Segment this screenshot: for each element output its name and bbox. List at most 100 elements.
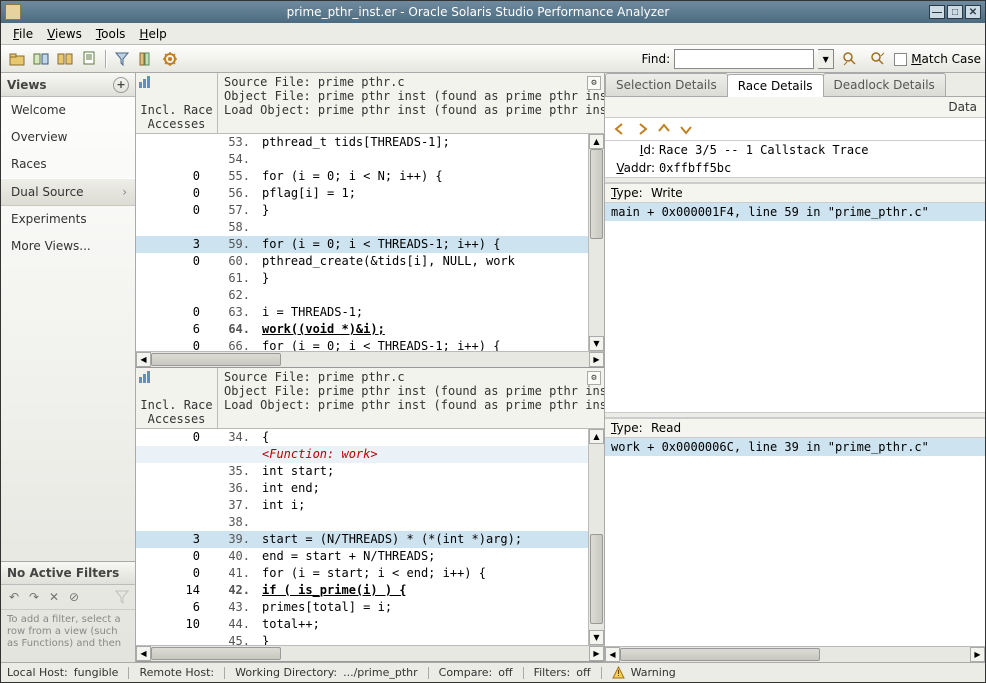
find-dropdown[interactable]: ▼: [818, 49, 834, 69]
source-line[interactable]: 36. int end;: [136, 480, 588, 497]
filter-remove-icon[interactable]: ✕: [45, 588, 63, 606]
sidebar-item-experiments[interactable]: Experiments: [1, 206, 135, 233]
match-case-checkbox[interactable]: [894, 53, 907, 66]
source-line[interactable]: 643. primes[total] = i;: [136, 599, 588, 616]
source-line[interactable]: 54.: [136, 151, 588, 168]
source-code: work((void *)&i);: [256, 321, 588, 338]
open-experiment-icon[interactable]: [6, 48, 28, 70]
up-race-icon[interactable]: [655, 121, 673, 137]
filter-redo-icon[interactable]: ↷: [25, 588, 43, 606]
column-header-accesses[interactable]: Incl. Race Accesses: [136, 368, 218, 428]
source-line[interactable]: 066. for (i = 0; i < THREADS-1; i++) {: [136, 338, 588, 351]
sidebar-item-label: More Views...: [11, 239, 91, 253]
warning-label[interactable]: Warning: [631, 666, 676, 679]
read-trace-row[interactable]: work + 0x0000006C, line 39 in "prime_pth…: [605, 438, 985, 456]
access-count: [136, 446, 218, 463]
metric-icon: [139, 76, 151, 88]
source-line[interactable]: 1044. total++;: [136, 616, 588, 633]
source-line[interactable]: 359. for (i = 0; i < THREADS-1; i++) {: [136, 236, 588, 253]
close-button[interactable]: ✕: [965, 5, 981, 19]
source-line[interactable]: 339. start = (N/THREADS) * (*(int *)arg)…: [136, 531, 588, 548]
source-line[interactable]: 37. int i;: [136, 497, 588, 514]
compare-icon[interactable]: [30, 48, 52, 70]
window-title: prime_pthr_inst.er - Oracle Solaris Stud…: [27, 5, 929, 19]
filters-header: No Active Filters: [1, 562, 135, 585]
sidebar-item-races[interactable]: Races: [1, 151, 135, 178]
add-view-button[interactable]: +: [113, 77, 129, 93]
vertical-scrollbar[interactable]: ▲ ▼: [588, 134, 604, 351]
source-line[interactable]: 040. end = start + N/THREADS;: [136, 548, 588, 565]
dual-source-view: Incl. Race Accesses Source File: prime p…: [136, 73, 605, 662]
menu-views[interactable]: Views: [41, 25, 88, 43]
horizontal-scrollbar[interactable]: ◀ ▶: [136, 351, 604, 367]
filters-hint: To add a filter, select a row from a vie…: [1, 610, 135, 662]
sidebar-item-more-views[interactable]: More Views...: [1, 233, 135, 260]
horizontal-scrollbar[interactable]: ◀ ▶: [605, 646, 985, 662]
source-line[interactable]: 45. }: [136, 633, 588, 646]
menu-tools[interactable]: Tools: [90, 25, 132, 43]
write-trace-row[interactable]: main + 0x000001F4, line 59 in "prime_pth…: [605, 203, 985, 221]
source-line[interactable]: 1442. if ( is_prime(i) ) {: [136, 582, 588, 599]
export-icon[interactable]: [78, 48, 100, 70]
tab-deadlock-details[interactable]: Deadlock Details: [823, 73, 946, 96]
maximize-button[interactable]: □: [947, 5, 963, 19]
source-code: }: [256, 270, 588, 287]
settings-icon[interactable]: [159, 48, 181, 70]
down-race-icon[interactable]: [677, 121, 695, 137]
source-line[interactable]: 664. work((void *)&i);: [136, 321, 588, 338]
filter-undo-icon[interactable]: ↶: [5, 588, 23, 606]
horizontal-scrollbar[interactable]: ◀ ▶: [136, 645, 604, 661]
aggregate-icon[interactable]: [54, 48, 76, 70]
source-line[interactable]: 62.: [136, 287, 588, 304]
source-code: {: [256, 429, 588, 446]
source-line[interactable]: <Function: work>: [136, 446, 588, 463]
match-case-label[interactable]: Match Case: [911, 52, 981, 66]
find-prev-icon[interactable]: [839, 48, 861, 70]
source-line[interactable]: 060. pthread_create(&tids[i], NULL, work: [136, 253, 588, 270]
filters-label: Filters:: [534, 666, 571, 679]
source-line[interactable]: 041. for (i = start; i < end; i++) {: [136, 565, 588, 582]
menu-file[interactable]: File: [7, 25, 39, 43]
vaddr-value: 0xffbff5bc: [659, 161, 979, 175]
menu-help[interactable]: Help: [133, 25, 172, 43]
tab-selection-details[interactable]: Selection Details: [605, 73, 728, 96]
sidebar-item-label: Experiments: [11, 212, 87, 226]
source-options-icon[interactable]: ⚙: [587, 371, 601, 385]
vaddr-field: Vaddr: 0xffbff5bc: [605, 159, 985, 177]
source-line[interactable]: 034. {: [136, 429, 588, 446]
filter-removeall-icon[interactable]: ⊘: [65, 588, 83, 606]
source-line[interactable]: 35. int start;: [136, 463, 588, 480]
sidebar-item-dual-source[interactable]: Dual Source: [1, 178, 135, 206]
source-line[interactable]: 38.: [136, 514, 588, 531]
minimize-button[interactable]: ―: [929, 5, 945, 19]
object-file-label: Object File: prime pthr inst (found as p…: [224, 384, 598, 398]
filters-panel: No Active Filters ↶ ↷ ✕ ⊘ To add a filte…: [1, 561, 135, 662]
source-line[interactable]: 063. i = THREADS-1;: [136, 304, 588, 321]
filter-icon[interactable]: [111, 48, 133, 70]
source-line[interactable]: 056. pflag[i] = 1;: [136, 185, 588, 202]
line-number: 39.: [218, 531, 256, 548]
vertical-scrollbar[interactable]: ▲ ▼: [588, 429, 604, 646]
column-header-accesses[interactable]: Incl. Race Accesses: [136, 73, 218, 133]
find-next-icon[interactable]: [867, 48, 889, 70]
library-view-icon[interactable]: [135, 48, 157, 70]
find-input[interactable]: [674, 49, 814, 69]
source-listing-top[interactable]: 53. pthread_t tids[THREADS-1];54.055. fo…: [136, 134, 588, 351]
source-line[interactable]: 61. }: [136, 270, 588, 287]
source-code: end = start + N/THREADS;: [256, 548, 588, 565]
source-line[interactable]: 055. for (i = 0; i < N; i++) {: [136, 168, 588, 185]
next-race-icon[interactable]: [633, 121, 651, 137]
source-code: <Function: work>: [256, 446, 588, 463]
source-listing-bottom[interactable]: 034. { <Function: work>35. int start;36.…: [136, 429, 588, 646]
sidebar-item-welcome[interactable]: Welcome: [1, 97, 135, 124]
source-code: int start;: [256, 463, 588, 480]
tab-race-details[interactable]: Race Details: [727, 74, 824, 97]
sidebar-item-overview[interactable]: Overview: [1, 124, 135, 151]
source-line[interactable]: 057. }: [136, 202, 588, 219]
access-count: 0: [136, 168, 218, 185]
filter-funnel-icon[interactable]: [113, 588, 131, 606]
source-line[interactable]: 58.: [136, 219, 588, 236]
source-line[interactable]: 53. pthread_t tids[THREADS-1];: [136, 134, 588, 151]
source-options-icon[interactable]: ⚙: [587, 76, 601, 90]
prev-race-icon[interactable]: [611, 121, 629, 137]
